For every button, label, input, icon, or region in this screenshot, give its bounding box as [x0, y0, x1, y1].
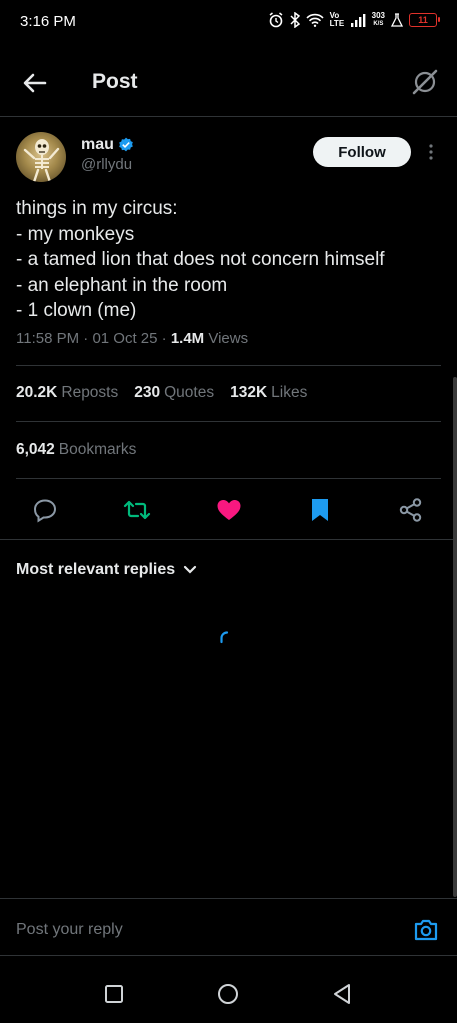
post-text-line: - my monkeys — [16, 223, 135, 245]
views-label[interactable]: Views — [208, 330, 248, 347]
quotes-stat[interactable]: 230 Quotes — [134, 384, 214, 402]
post-time: 11:58 PM — [16, 330, 80, 347]
repost-button[interactable] — [122, 495, 152, 525]
top-app-bar: Post — [0, 58, 457, 108]
signal-icon — [350, 14, 366, 27]
grok-button[interactable] — [411, 68, 439, 96]
back-button[interactable] — [20, 68, 50, 98]
reply-input[interactable]: Post your reply — [16, 921, 123, 939]
header-divider — [0, 116, 457, 117]
home-button[interactable] — [216, 982, 240, 1006]
actions-divider-top — [16, 478, 441, 479]
reply-icon — [33, 499, 57, 523]
battery-icon: 11 — [409, 13, 440, 27]
share-icon — [399, 498, 422, 522]
bookmarks-stat[interactable]: 6,042 Bookmarks — [16, 441, 136, 459]
actions-divider-bottom — [0, 539, 457, 540]
page-title: Post — [92, 70, 138, 93]
post-text-line: - a tamed lion that does not concern him… — [16, 249, 385, 270]
post-text-line: - an elephant in the room — [16, 274, 228, 296]
status-icons: Vo LTE 303 K/S 11 — [268, 11, 440, 28]
square-icon — [105, 985, 123, 1003]
bookmark-filled-icon — [312, 499, 328, 521]
skeleton-avatar-image — [23, 139, 60, 182]
post-metadata: 11:58 PM · 01 Oct 25 · 1.4M Views — [16, 330, 249, 347]
post-text: things in my circus: - my monkeys - a ta… — [16, 196, 441, 324]
bookmark-button[interactable] — [305, 495, 335, 525]
post-text-line: - 1 clown (me) — [16, 300, 137, 321]
recents-button[interactable] — [102, 982, 126, 1006]
stats-divider-top — [16, 365, 441, 366]
camera-icon — [414, 919, 438, 941]
replies-sort-dropdown[interactable]: Most relevant replies — [16, 561, 197, 579]
author-name: mau — [81, 136, 114, 153]
lab-flask-icon — [391, 13, 403, 27]
arrow-left-icon — [23, 73, 47, 93]
repost-icon — [123, 500, 151, 520]
status-bar: 3:16 PM Vo LTE 303 K/S 11 — [0, 0, 457, 44]
post-date: 01 Oct 25 — [92, 330, 158, 347]
status-time: 3:16 PM — [20, 13, 76, 30]
camera-button[interactable] — [412, 916, 440, 944]
nav-divider — [0, 955, 457, 956]
post-text-line: things in my circus: — [16, 198, 178, 219]
wifi-icon — [306, 13, 324, 27]
circle-icon — [218, 984, 238, 1004]
follow-button[interactable]: Follow — [313, 137, 411, 167]
scrollbar[interactable] — [453, 377, 457, 897]
vertical-dots-icon — [429, 144, 433, 160]
reply-bar-divider — [0, 898, 457, 899]
alarm-icon — [269, 12, 283, 28]
loading-spinner-icon — [220, 631, 229, 644]
share-button[interactable] — [396, 495, 426, 525]
replies-sort-label: Most relevant replies — [16, 561, 176, 578]
more-options-button[interactable] — [424, 142, 438, 162]
verified-badge-icon — [119, 137, 133, 152]
volte-label: Vo LTE — [329, 11, 345, 28]
bluetooth-icon — [290, 12, 300, 28]
reposts-stat[interactable]: 20.2K Reposts — [16, 384, 118, 402]
like-button[interactable] — [214, 495, 244, 525]
system-nav-bar — [0, 965, 457, 1023]
heart-filled-icon — [217, 500, 241, 520]
engagement-stats: 20.2K Reposts 230 Quotes 132K Likes — [16, 384, 307, 402]
triangle-back-icon — [334, 984, 350, 1004]
stats-divider-mid — [16, 421, 441, 422]
author-name-row[interactable]: mau — [81, 136, 134, 154]
net-speed: 303 K/S — [371, 11, 385, 28]
views-count: 1.4M — [170, 330, 205, 347]
system-back-button[interactable] — [330, 982, 354, 1006]
reply-button[interactable] — [30, 495, 60, 525]
avatar[interactable] — [16, 132, 66, 182]
likes-stat[interactable]: 132K Likes — [230, 384, 307, 402]
grok-icon — [412, 69, 438, 95]
author-handle[interactable]: @rllydu — [81, 156, 132, 173]
chevron-down-icon — [184, 565, 197, 574]
